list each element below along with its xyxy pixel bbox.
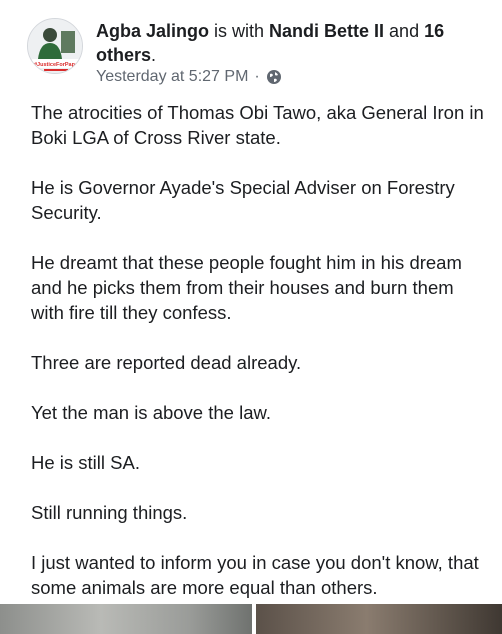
post-paragraph: He is still SA. [31,452,140,473]
tagged-person[interactable]: Nandi Bette II [269,21,384,41]
period: . [151,45,157,65]
post-paragraph: He dreamt that these people fought him i… [31,252,462,323]
post-meta: Yesterday at 5:27 PM · [96,67,282,87]
post-photo[interactable] [0,604,252,634]
facebook-post: #JusticeForPapa Agba Jalingo is with Nan… [0,0,502,634]
globe-icon[interactable] [266,69,282,85]
and-text: and [384,21,425,41]
author-name[interactable]: Agba Jalingo [96,21,209,41]
post-header: #JusticeForPapa Agba Jalingo is with Nan… [0,0,502,92]
timestamp[interactable]: Yesterday at 5:27 PM [96,67,248,87]
post-photo[interactable] [256,604,502,634]
post-body: The atrocities of Thomas Obi Tawo, aka G… [31,100,491,625]
post-paragraph: I just wanted to inform you in case you … [31,552,479,598]
post-paragraph: The atrocities of Thomas Obi Tawo, aka G… [31,102,484,148]
post-paragraph: Yet the man is above the law. [31,402,271,423]
photo-grid [0,604,502,634]
post-paragraph: Three are reported dead already. [31,352,302,373]
meta-separator: · [254,68,260,85]
avatar-caption: #JusticeForPapa [34,62,79,68]
with-text: is with [209,21,270,41]
author-line: Agba Jalingo is with Nandi Bette II and … [96,19,486,67]
post-paragraph: He is Governor Ayade's Special Adviser o… [31,177,455,223]
avatar-image: #JusticeForPapa [28,19,82,73]
avatar[interactable]: #JusticeForPapa [27,18,83,74]
post-paragraph: Still running things. [31,502,188,523]
